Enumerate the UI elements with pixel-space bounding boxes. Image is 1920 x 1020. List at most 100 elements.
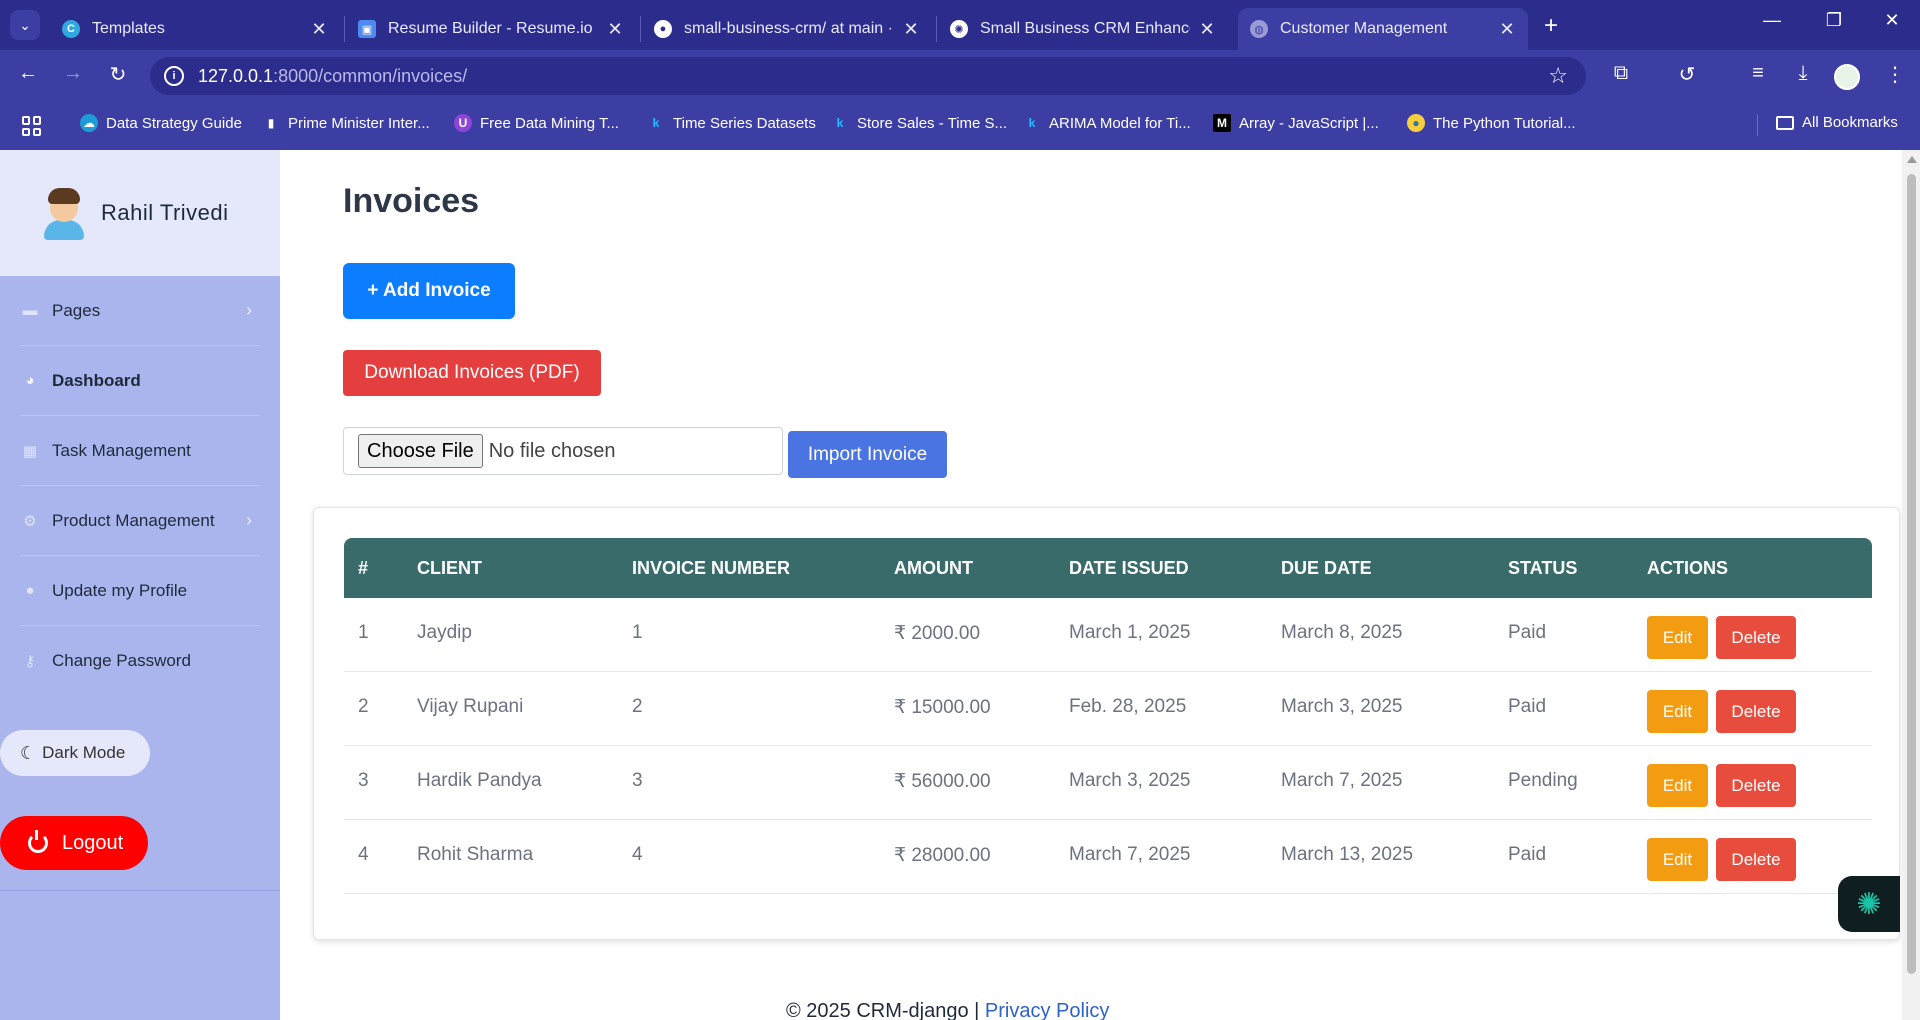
cell-client: Hardik Pandya bbox=[417, 770, 542, 791]
import-invoice-button[interactable]: Import Invoice bbox=[788, 431, 947, 478]
bookmark-label: Array - JavaScript |... bbox=[1239, 114, 1379, 132]
sidebar-item-label: Change Password bbox=[52, 651, 191, 670]
download-pdf-button[interactable]: Download Invoices (PDF) bbox=[343, 350, 601, 396]
close-window-icon[interactable]: ✕ bbox=[1872, 10, 1912, 31]
folder-icon: ▬ bbox=[22, 302, 38, 319]
delete-button[interactable]: Delete bbox=[1716, 764, 1796, 807]
bookmark-item[interactable]: ▮ Prime Minister Inter... bbox=[262, 114, 430, 132]
close-tab-icon[interactable]: ✕ bbox=[310, 19, 328, 40]
site-info-icon[interactable]: i bbox=[164, 66, 184, 86]
dark-mode-toggle[interactable]: ☾ Dark Mode bbox=[0, 730, 150, 776]
logout-button[interactable]: Logout bbox=[0, 816, 148, 870]
sidebar-item-product-management[interactable]: ⚙ Product Management › bbox=[20, 486, 260, 556]
dashboard-icon: ◕ bbox=[25, 372, 35, 389]
bookmark-item[interactable]: k ARIMA Model for Ti... bbox=[1023, 114, 1191, 132]
restore-icon[interactable]: ❐ bbox=[1814, 10, 1854, 31]
forward-icon[interactable]: → bbox=[59, 62, 87, 85]
close-tab-icon[interactable]: ✕ bbox=[606, 19, 624, 40]
history-icon[interactable]: ↺ bbox=[1672, 62, 1702, 87]
edit-button[interactable]: Edit bbox=[1647, 764, 1708, 807]
bookmark-item[interactable]: ☁ Data Strategy Guide bbox=[80, 114, 242, 132]
download-icon[interactable]: ⤓ bbox=[1788, 62, 1818, 85]
privacy-policy-link[interactable]: Privacy Policy bbox=[985, 1000, 1109, 1020]
edit-button[interactable]: Edit bbox=[1647, 690, 1708, 733]
bookmark-label: Store Sales - Time S... bbox=[857, 114, 1008, 132]
bookmark-label: All Bookmarks bbox=[1802, 114, 1898, 131]
bookmark-item[interactable]: k Store Sales - Time S... bbox=[831, 114, 1007, 132]
chatgpt-extension-icon[interactable]: ✺ bbox=[1838, 876, 1900, 932]
sidebar-item-update-profile[interactable]: ● Update my Profile bbox=[20, 556, 260, 626]
col-header-amount: AMOUNT bbox=[894, 558, 973, 578]
address-bar[interactable]: i 127.0.0.1:8000/common/invoices/ ☆ bbox=[150, 57, 1586, 95]
browser-tab-chatgpt[interactable]: ✺ Small Business CRM Enhanceme ✕ bbox=[938, 8, 1228, 50]
sidebar-divider bbox=[0, 890, 280, 891]
openai-icon: ✺ bbox=[950, 20, 968, 38]
col-header-status: STATUS bbox=[1508, 558, 1578, 578]
dark-mode-label: Dark Mode bbox=[42, 743, 126, 762]
browser-tab-resume[interactable]: ▣ Resume Builder - Resume.io ✕ bbox=[346, 8, 636, 50]
sidebar-item-change-password[interactable]: ⚷ Change Password bbox=[20, 626, 260, 696]
user-name: Rahil Trivedi bbox=[101, 200, 229, 225]
tab-search-icon[interactable]: ⌄ bbox=[10, 10, 40, 40]
close-tab-icon[interactable]: ✕ bbox=[1498, 19, 1516, 40]
main-content: Invoices + Add Invoice Download Invoices… bbox=[280, 150, 1902, 1020]
browser-tab-bar: ⌄ C Templates ✕ ▣ Resume Builder - Resum… bbox=[0, 0, 1920, 50]
cell-amount: ₹ 56000.00 bbox=[894, 771, 991, 792]
table-row: 2 Vijay Rupani 2 ₹ 15000.00 Feb. 28, 202… bbox=[344, 672, 1872, 746]
cell-status: Paid bbox=[1508, 696, 1547, 717]
file-input[interactable]: Choose File No file chosen bbox=[343, 427, 783, 475]
canva-icon: C bbox=[62, 20, 80, 38]
bookmark-item[interactable]: M Array - JavaScript |... bbox=[1213, 114, 1379, 132]
cogs-icon: ⚙ bbox=[23, 512, 37, 530]
tab-divider bbox=[640, 16, 641, 42]
browser-tab-github[interactable]: ● small-business-crm/ at main · ra ✕ bbox=[642, 8, 932, 50]
profile-avatar[interactable] bbox=[1834, 64, 1860, 90]
browser-tab-templates[interactable]: C Templates ✕ bbox=[50, 8, 340, 50]
minimize-icon[interactable]: — bbox=[1752, 10, 1792, 31]
browser-tab-customer-management[interactable]: ◍ Customer Management ✕ bbox=[1238, 8, 1528, 50]
delete-button[interactable]: Delete bbox=[1716, 690, 1796, 733]
cell-id: 3 bbox=[358, 770, 369, 791]
sidebar-item-task-management[interactable]: ▦ Task Management bbox=[20, 416, 260, 486]
cell-invoice-number: 3 bbox=[632, 770, 643, 791]
sidebar-item-dashboard[interactable]: ◕ Dashboard bbox=[20, 346, 260, 416]
edit-button[interactable]: Edit bbox=[1647, 616, 1708, 659]
cell-status: Paid bbox=[1508, 844, 1547, 865]
bookmark-item[interactable]: U Free Data Mining T... bbox=[454, 114, 619, 132]
cell-due-date: March 7, 2025 bbox=[1281, 770, 1403, 791]
tab-title: Resume Builder - Resume.io bbox=[388, 20, 593, 37]
delete-button[interactable]: Delete bbox=[1716, 838, 1796, 881]
apps-grid-icon[interactable] bbox=[22, 116, 42, 136]
scroll-thumb[interactable] bbox=[1907, 174, 1916, 974]
choose-file-button[interactable]: Choose File bbox=[358, 434, 483, 468]
browser-toolbar: ← → ↻ i 127.0.0.1:8000/common/invoices/ … bbox=[0, 50, 1920, 100]
all-bookmarks[interactable]: All Bookmarks bbox=[1776, 114, 1898, 131]
close-tab-icon[interactable]: ✕ bbox=[902, 19, 920, 40]
cell-date-issued: March 3, 2025 bbox=[1069, 770, 1191, 791]
avatar bbox=[44, 188, 84, 240]
sidebar-item-label: Pages bbox=[52, 300, 101, 320]
chevron-right-icon: › bbox=[246, 300, 252, 320]
edit-button[interactable]: Edit bbox=[1647, 838, 1708, 881]
bookmark-label: Time Series Datasets bbox=[673, 114, 816, 132]
bookmark-item[interactable]: ● The Python Tutorial... bbox=[1407, 114, 1576, 132]
invoice-table-card: # CLIENT INVOICE NUMBER AMOUNT DATE ISSU… bbox=[313, 507, 1900, 940]
new-tab-icon[interactable]: + bbox=[1544, 12, 1558, 40]
cell-amount: ₹ 28000.00 bbox=[894, 845, 991, 866]
bookmark-item[interactable]: k Time Series Datasets bbox=[647, 114, 816, 132]
bookmark-star-icon[interactable]: ☆ bbox=[1548, 63, 1568, 89]
sidebar-item-pages[interactable]: ▬ Pages › bbox=[20, 276, 260, 346]
delete-button[interactable]: Delete bbox=[1716, 616, 1796, 659]
reload-icon[interactable]: ↻ bbox=[104, 62, 132, 87]
scroll-up-arrow-icon[interactable] bbox=[1907, 156, 1917, 163]
menu-kebab-icon[interactable]: ⋮ bbox=[1880, 62, 1910, 87]
extensions-icon[interactable]: ⧉ bbox=[1606, 62, 1636, 85]
page-scrollbar[interactable] bbox=[1902, 150, 1920, 1020]
close-tab-icon[interactable]: ✕ bbox=[1198, 19, 1216, 40]
back-icon[interactable]: ← bbox=[14, 62, 42, 85]
media-controls-icon[interactable]: ≡ bbox=[1743, 62, 1773, 85]
cell-client: Vijay Rupani bbox=[417, 696, 524, 717]
col-header-due-date: DUE DATE bbox=[1281, 558, 1372, 578]
add-invoice-button[interactable]: + Add Invoice bbox=[343, 263, 515, 319]
cell-date-issued: March 7, 2025 bbox=[1069, 844, 1191, 865]
